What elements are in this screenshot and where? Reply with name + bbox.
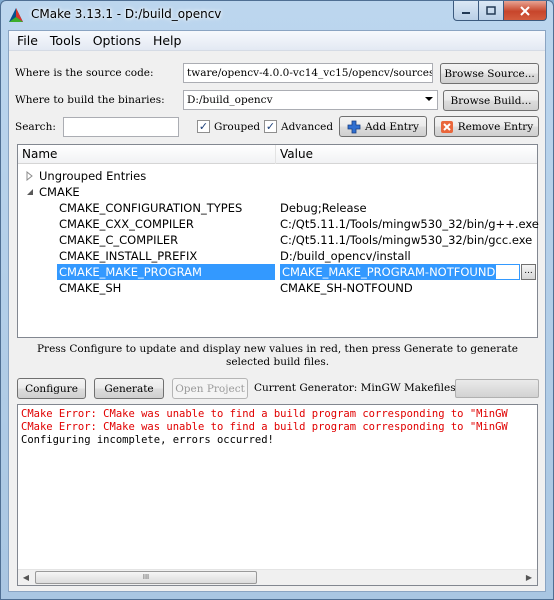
search-label: Search:: [15, 121, 56, 133]
plus-icon: [347, 120, 361, 133]
value-editor-input[interactable]: CMAKE_MAKE_PROGRAM-NOTFOUND: [280, 264, 520, 280]
table-row[interactable]: CMAKE_INSTALL_PREFIX D:/build_opencv/ins…: [18, 248, 537, 264]
horizontal-scrollbar[interactable]: ◀ III ▶: [18, 569, 537, 585]
column-value[interactable]: Value: [280, 147, 313, 161]
group-label: CMAKE: [39, 185, 80, 199]
entry-value: CMAKE_MAKE_PROGRAM-NOTFOUND: [281, 265, 497, 279]
table-row[interactable]: CMAKE_C_COMPILER C:/Qt5.11.1/Tools/mingw…: [18, 232, 537, 248]
scroll-right-icon[interactable]: ▶: [521, 570, 537, 585]
group-label: Ungrouped Entries: [39, 169, 147, 183]
source-path-input[interactable]: tware/opencv-4.0.0-vc14_vc15/opencv/sour…: [183, 63, 433, 83]
cmake-window: CMake 3.13.1 - D:/build_opencv File Tool…: [0, 0, 554, 600]
menu-bar: File Tools Options Help: [9, 31, 545, 51]
table-header: Name Value: [18, 145, 537, 164]
menu-options[interactable]: Options: [87, 33, 147, 48]
entry-name: CMAKE_CONFIGURATION_TYPES: [59, 201, 243, 215]
output-line: Configuring incomplete, errors occurred!: [21, 434, 274, 446]
build-path-value: D:/build_opencv: [187, 94, 273, 106]
menu-tools[interactable]: Tools: [44, 33, 87, 48]
cmake-logo-icon: [9, 8, 23, 22]
output-error-line: CMake Error: CMake was unable to find a …: [21, 408, 508, 420]
instructions-line-2: selected build files.: [225, 356, 330, 368]
column-separator[interactable]: [275, 145, 276, 164]
instructions-text: Press Configure to update and display ne…: [17, 343, 538, 369]
grouped-checkbox[interactable]: ✓: [197, 120, 210, 133]
table-row[interactable]: CMAKE_SH CMAKE_SH-NOTFOUND: [18, 280, 537, 296]
entry-name: CMAKE_C_COMPILER: [59, 233, 179, 247]
entry-name: CMAKE_INSTALL_PREFIX: [59, 249, 198, 263]
close-button[interactable]: [504, 1, 547, 21]
configure-button[interactable]: Configure: [17, 378, 86, 399]
instructions-line-1: Press Configure to update and display ne…: [36, 343, 518, 355]
cache-tree-table[interactable]: Name Value Ungrouped Entries CMAKE CMAKE…: [17, 144, 539, 338]
scroll-left-icon[interactable]: ◀: [18, 570, 34, 585]
output-error-line: CMake Error: CMake was unable to find a …: [21, 421, 508, 433]
entry-value: CMAKE_SH-NOTFOUND: [280, 281, 413, 295]
entry-name: CMAKE_SH: [59, 281, 122, 295]
build-path-combobox[interactable]: D:/build_opencv: [183, 90, 438, 110]
scroll-thumb[interactable]: III: [35, 571, 257, 584]
current-generator-label: Current Generator: MinGW Makefiles: [254, 382, 456, 394]
table-row[interactable]: CMAKE_CXX_COMPILER C:/Qt5.11.1/Tools/min…: [18, 216, 539, 232]
close-icon: [520, 5, 530, 16]
entry-value: Debug;Release: [280, 201, 367, 215]
grouped-label: Grouped: [214, 121, 261, 133]
menu-help[interactable]: Help: [147, 33, 188, 48]
client-area: File Tools Options Help Where is the sou…: [8, 30, 546, 592]
browse-file-button[interactable]: ...: [521, 264, 536, 280]
browse-source-button[interactable]: Browse Source...: [440, 63, 539, 84]
caption-buttons: [453, 1, 547, 21]
build-label: Where to build the binaries:: [15, 94, 165, 106]
add-entry-button[interactable]: Add Entry: [339, 116, 427, 137]
group-cmake[interactable]: CMAKE: [18, 184, 537, 200]
table-row[interactable]: CMAKE_CONFIGURATION_TYPES Debug;Release: [18, 200, 537, 216]
entry-value: C:/Qt5.11.1/Tools/mingw530_32/bin/gcc.ex…: [280, 233, 533, 247]
progress-bar: [455, 379, 539, 398]
menu-file[interactable]: File: [11, 33, 44, 48]
open-project-button[interactable]: Open Project: [172, 378, 248, 399]
add-entry-label: Add Entry: [365, 120, 419, 133]
chevron-down-icon[interactable]: [425, 97, 433, 101]
group-ungrouped[interactable]: Ungrouped Entries: [18, 168, 537, 184]
title-bar[interactable]: CMake 3.13.1 - D:/build_opencv: [1, 1, 553, 29]
column-name[interactable]: Name: [22, 147, 57, 161]
search-input[interactable]: [63, 117, 179, 137]
maximize-button[interactable]: [479, 1, 504, 21]
entry-value: D:/build_opencv/install: [280, 249, 411, 263]
minimize-button[interactable]: [453, 1, 479, 21]
generate-button[interactable]: Generate: [94, 378, 164, 399]
minimize-icon: [462, 11, 470, 14]
window-title: CMake 3.13.1 - D:/build_opencv: [31, 7, 222, 21]
table-row-selected[interactable]: CMAKE_MAKE_PROGRAM CMAKE_MAKE_PROGRAM-NO…: [18, 264, 537, 280]
entry-name: CMAKE_CXX_COMPILER: [59, 217, 194, 231]
remove-icon: [440, 120, 453, 133]
entry-value: C:/Qt5.11.1/Tools/mingw530_32/bin/g++.ex…: [280, 217, 539, 231]
remove-entry-button[interactable]: Remove Entry: [434, 116, 539, 137]
browse-build-button[interactable]: Browse Build...: [443, 90, 539, 111]
output-log[interactable]: CMake Error: CMake was unable to find a …: [17, 404, 538, 586]
advanced-checkbox[interactable]: ✓: [264, 120, 277, 133]
collapse-arrow-icon[interactable]: [26, 188, 34, 196]
entry-name: CMAKE_MAKE_PROGRAM: [59, 265, 202, 279]
maximize-icon: [486, 5, 496, 15]
expand-arrow-icon[interactable]: [26, 171, 34, 181]
remove-entry-label: Remove Entry: [457, 120, 534, 133]
advanced-label: Advanced: [281, 121, 334, 133]
source-label: Where is the source code:: [15, 67, 154, 79]
output-lines: CMake Error: CMake was unable to find a …: [18, 405, 537, 447]
